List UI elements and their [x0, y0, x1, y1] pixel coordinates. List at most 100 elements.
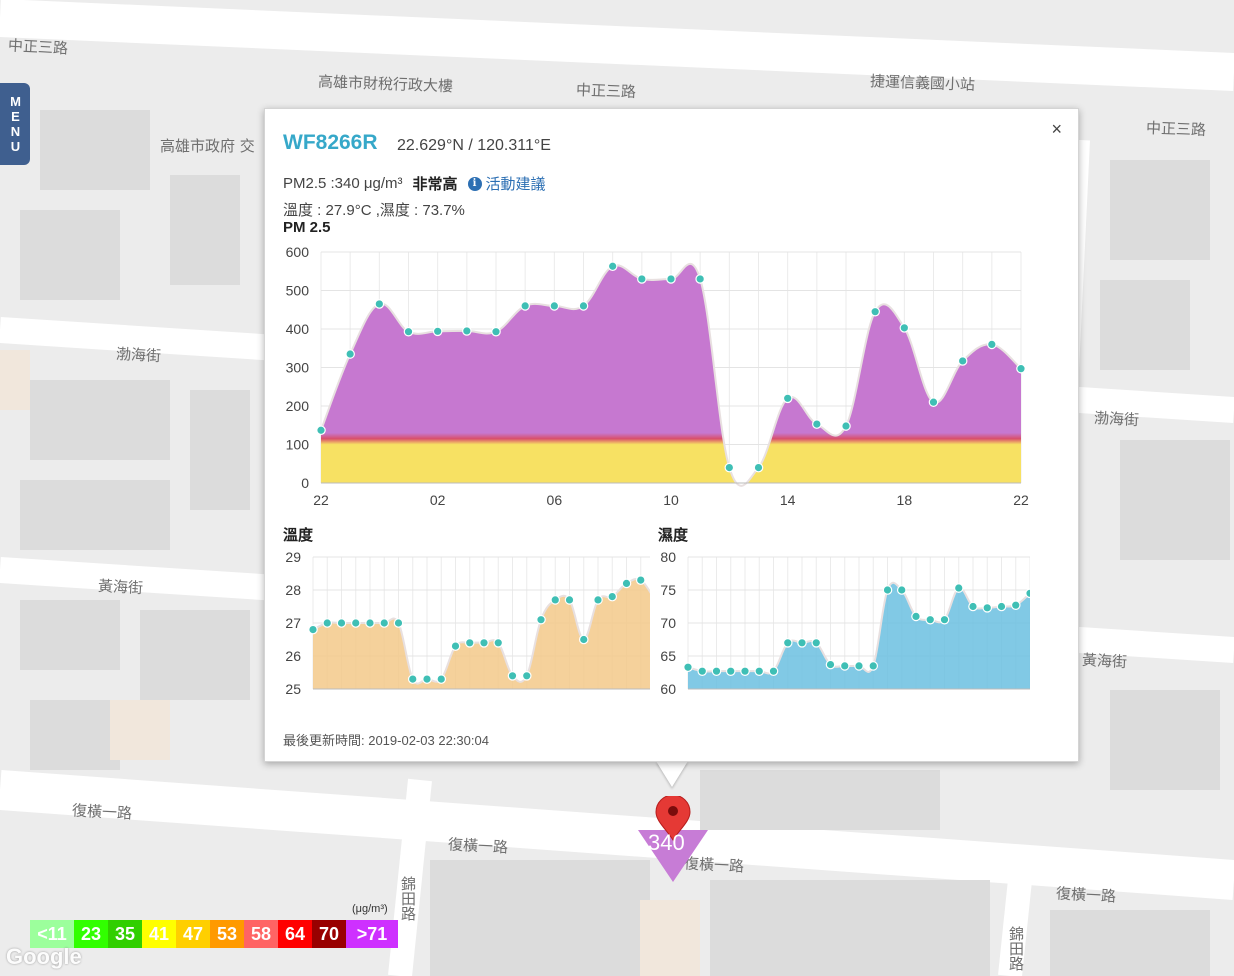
close-button[interactable]: × [1051, 119, 1062, 140]
data-point[interactable] [754, 666, 765, 676]
data-point[interactable] [462, 326, 472, 336]
data-point[interactable] [839, 661, 850, 671]
data-point[interactable] [491, 326, 501, 337]
temperature-chart: 25 26 27 28 29 [285, 549, 650, 694]
pm-level: 非常高 [412, 176, 458, 193]
data-point[interactable] [928, 397, 939, 407]
data-point[interactable] [536, 614, 546, 625]
data-point[interactable] [578, 301, 589, 311]
info-icon[interactable]: i [467, 176, 482, 191]
data-point[interactable] [365, 618, 375, 628]
data-point[interactable] [1025, 588, 1030, 599]
data-point[interactable] [811, 638, 822, 648]
data-point[interactable] [407, 674, 418, 684]
data-point[interactable] [493, 638, 504, 648]
menu-button[interactable]: MENU [0, 83, 30, 165]
data-point[interactable] [1016, 363, 1026, 374]
data-point[interactable] [521, 671, 532, 681]
data-point[interactable] [336, 618, 347, 628]
data-point[interactable] [578, 634, 589, 645]
data-point[interactable] [316, 425, 326, 436]
data-point[interactable] [666, 274, 676, 284]
data-point[interactable] [768, 666, 779, 676]
data-point[interactable] [987, 339, 997, 350]
data-point[interactable] [695, 274, 705, 284]
menu-label: MENU [8, 94, 23, 154]
data-point[interactable] [725, 666, 736, 676]
marker-value: 340 [648, 830, 685, 855]
data-point[interactable] [550, 595, 561, 605]
data-point[interactable] [870, 306, 880, 317]
data-point[interactable] [549, 301, 560, 311]
data-point[interactable] [797, 638, 807, 648]
street-label: 復橫一路 [447, 835, 509, 857]
y-tick-label: 29 [285, 549, 301, 565]
data-point[interactable] [564, 595, 575, 605]
data-point[interactable] [854, 661, 864, 671]
data-point[interactable] [896, 585, 907, 595]
data-point[interactable] [1010, 600, 1021, 610]
data-point[interactable] [911, 611, 921, 622]
humidity-chart: 60 65 70 75 80 [660, 549, 1030, 694]
data-point[interactable] [593, 595, 603, 605]
data-point[interactable] [322, 618, 333, 628]
data-point[interactable] [899, 323, 910, 333]
temp-humidity-reading: 溫度 : 27.9°C ,濕度 : 73.7% [283, 202, 465, 219]
y-tick-label: 0 [301, 475, 309, 491]
data-point[interactable] [507, 671, 518, 681]
x-tick-label: 22 [313, 492, 329, 508]
y-tick-label: 600 [286, 244, 310, 260]
data-point[interactable] [782, 393, 793, 404]
data-point[interactable] [925, 614, 936, 625]
data-point[interactable] [711, 666, 722, 676]
data-point[interactable] [403, 326, 414, 337]
data-point[interactable] [825, 659, 836, 670]
data-point[interactable] [464, 638, 475, 648]
data-point[interactable] [868, 661, 879, 671]
data-point[interactable] [812, 419, 822, 429]
data-point[interactable] [432, 326, 443, 337]
data-point[interactable] [637, 274, 647, 284]
data-point[interactable] [422, 674, 432, 684]
y-tick-label: 60 [660, 681, 676, 694]
data-point[interactable] [621, 578, 632, 589]
data-point[interactable] [724, 462, 735, 473]
pm25-chart: 0 100 200 300 400 500 600 22 02 06 10 14 18 22 [286, 244, 1029, 508]
data-point[interactable] [996, 601, 1007, 612]
data-point[interactable] [345, 349, 355, 359]
data-point[interactable] [841, 421, 851, 431]
street-label: 黃海街 [97, 576, 144, 598]
data-point[interactable] [953, 583, 964, 593]
data-point[interactable] [882, 585, 893, 595]
y-tick-label: 80 [660, 549, 676, 565]
data-point[interactable] [782, 638, 793, 648]
activity-advice-link[interactable]: 活動建議 [486, 173, 546, 194]
data-point[interactable] [607, 591, 618, 602]
data-point[interactable] [607, 261, 618, 272]
data-point[interactable] [436, 674, 447, 684]
data-point[interactable] [374, 299, 385, 309]
data-point[interactable] [968, 601, 978, 612]
street-label: 復橫一路 [71, 801, 133, 823]
y-tick-label: 200 [286, 398, 310, 414]
street-label: 復橫一路 [1055, 884, 1117, 906]
data-point[interactable] [308, 624, 318, 635]
data-point[interactable] [350, 618, 361, 628]
data-point[interactable] [982, 603, 993, 613]
y-tick-label: 27 [285, 615, 301, 631]
data-point[interactable] [393, 618, 404, 628]
data-point[interactable] [450, 641, 461, 651]
data-point[interactable] [939, 614, 950, 625]
legend-cell: 58 [244, 920, 278, 948]
humidity-chart-title: 濕度 [658, 527, 689, 544]
data-point[interactable] [479, 638, 489, 648]
data-point[interactable] [697, 666, 708, 676]
data-point[interactable] [740, 666, 750, 676]
data-point[interactable] [753, 462, 764, 473]
data-point[interactable] [957, 356, 968, 366]
data-point[interactable] [379, 618, 390, 628]
data-point[interactable] [520, 301, 530, 311]
y-tick-label: 400 [286, 321, 310, 337]
street-label: 錦田路 [1007, 926, 1025, 971]
data-point[interactable] [683, 662, 693, 673]
